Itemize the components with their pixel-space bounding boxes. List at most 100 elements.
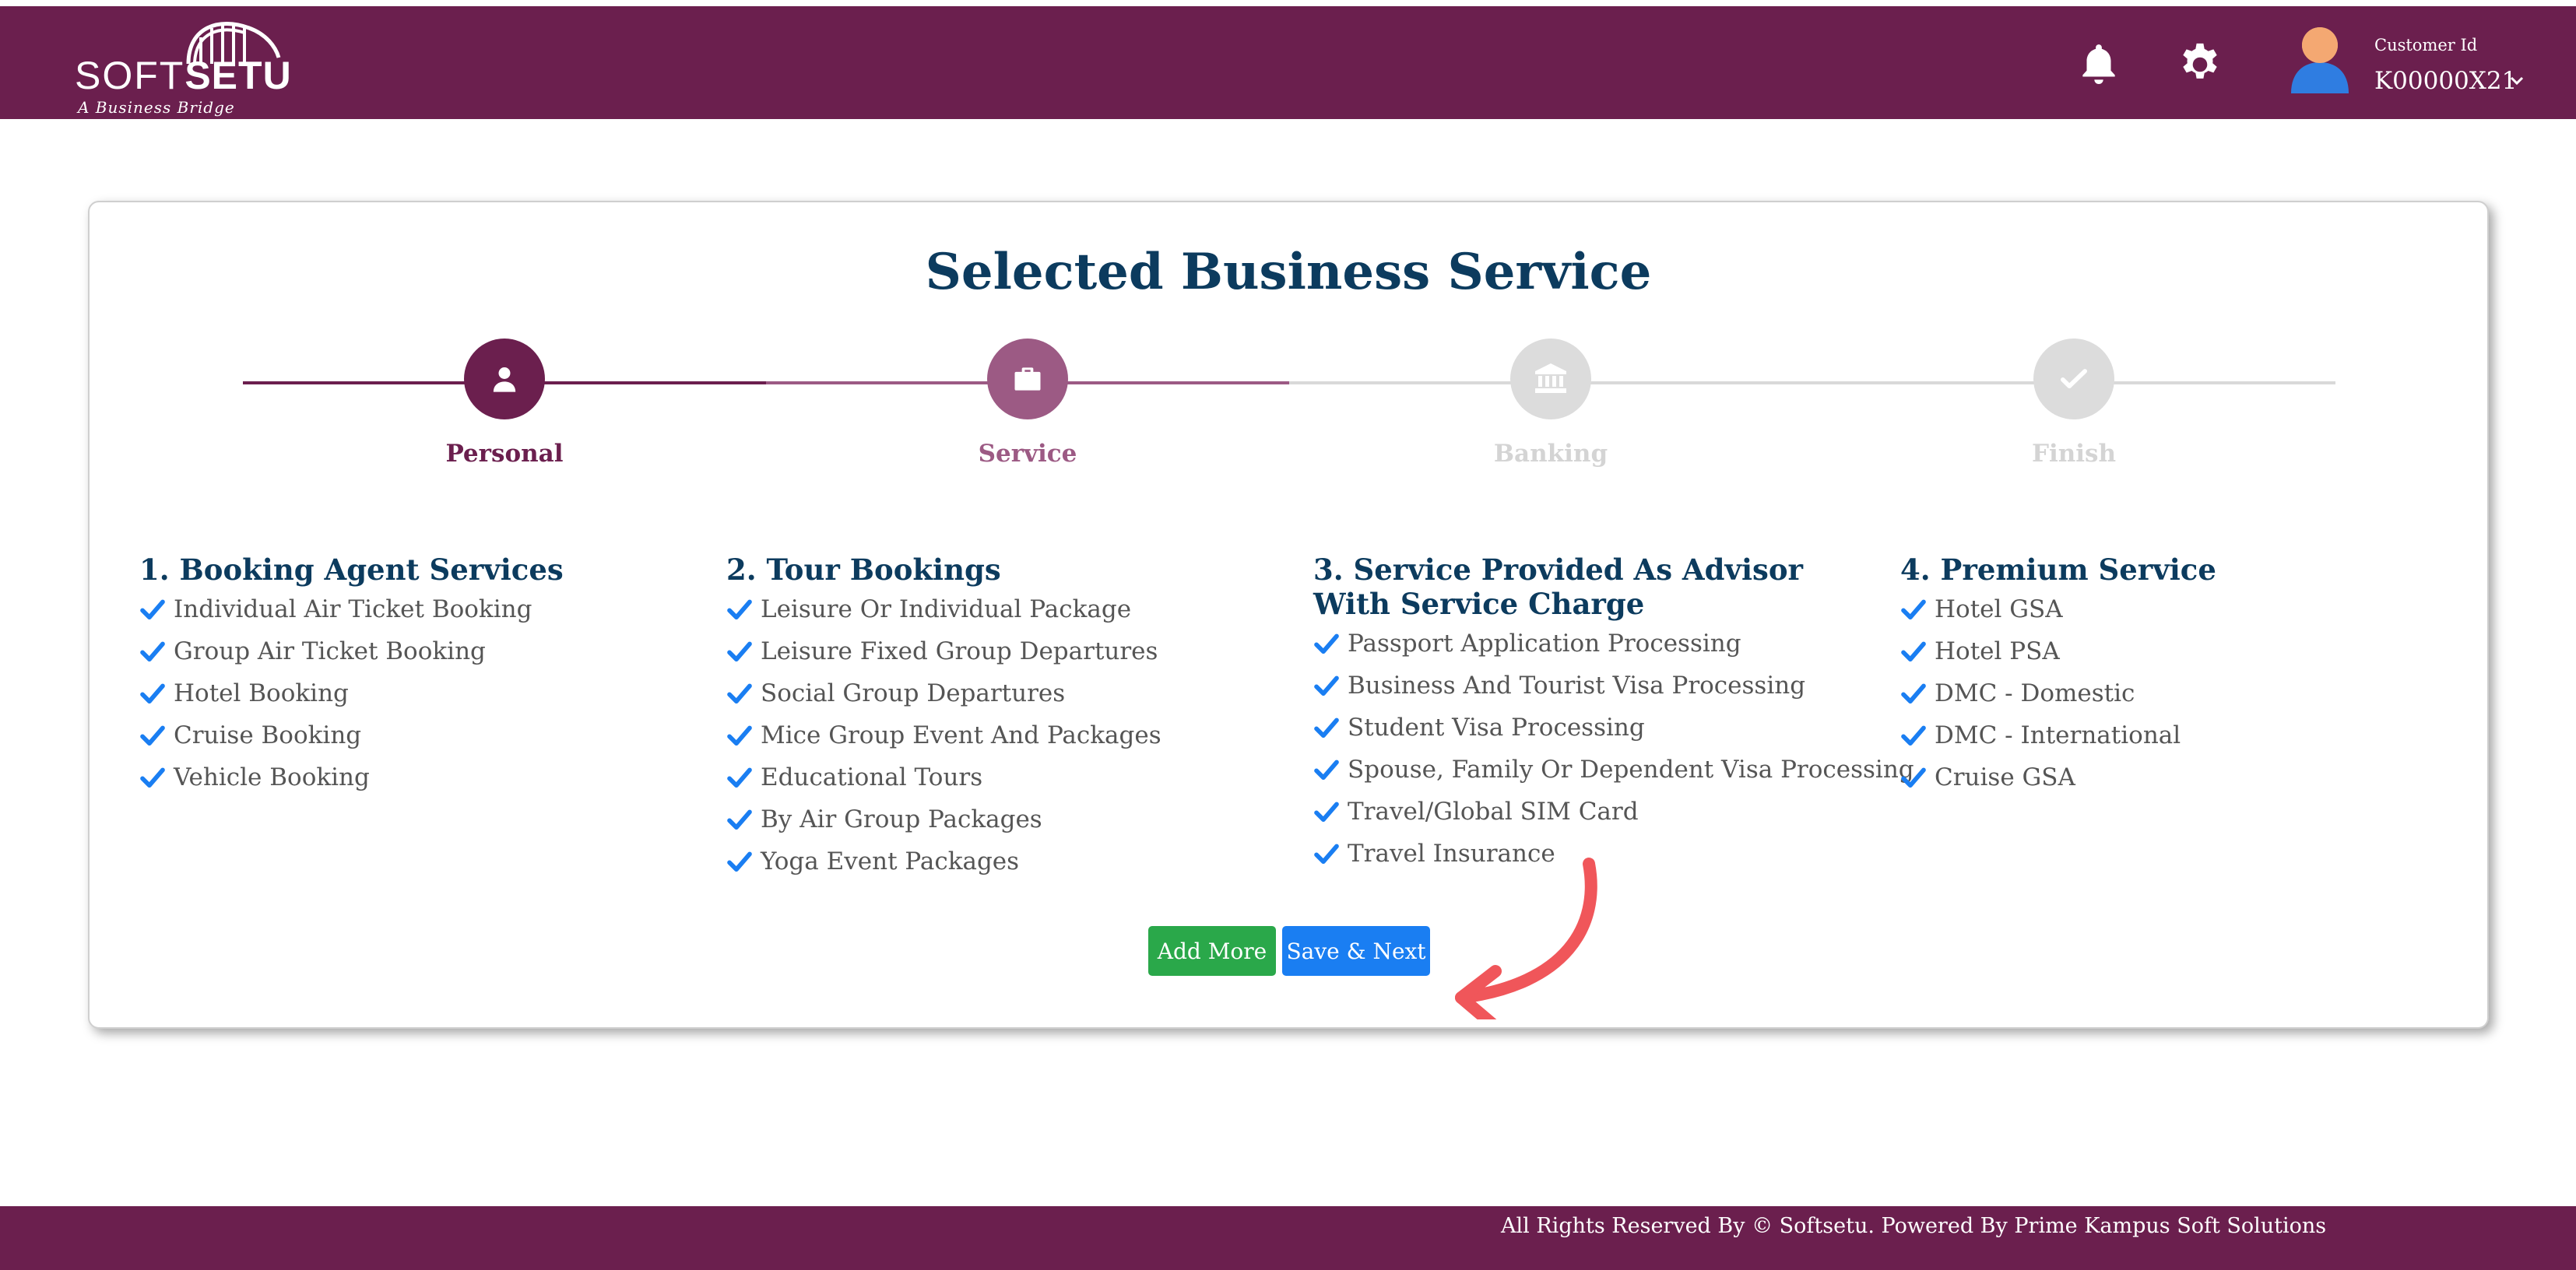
checkmark-icon — [1901, 641, 1926, 662]
service-group-title: 3. Service Provided As Advisor With Serv… — [1313, 553, 1804, 621]
checkmark-icon — [140, 599, 165, 620]
top-header: SOFTSETU A Business Bridge Customer Id K… — [0, 6, 2576, 119]
service-group-booking-agent: 1. Booking Agent Services Individual Air… — [139, 553, 700, 798]
checkmark-icon — [140, 725, 165, 746]
checkmark-icon — [140, 767, 165, 788]
checkmark-icon — [140, 641, 165, 662]
service-item-label: Travel/Global SIM Card — [1348, 798, 1639, 826]
checkmark-icon — [1314, 633, 1339, 654]
user-icon — [493, 367, 516, 392]
step-label-personal: Personal — [445, 440, 564, 468]
service-item-label: Vehicle Booking — [174, 763, 370, 791]
service-item: Business And Tourist Visa Processing — [1313, 665, 1874, 707]
step-label-finish: Finish — [2031, 440, 2117, 468]
service-item-label: Individual Air Ticket Booking — [174, 595, 532, 623]
service-item-label: Student Visa Processing — [1348, 714, 1645, 742]
service-item-label: Spouse, Family Or Dependent Visa Process… — [1348, 756, 1914, 784]
checkmark-icon — [1314, 802, 1339, 823]
service-list: Leisure Or Individual Package Leisure Fix… — [726, 588, 1287, 882]
service-item: Spouse, Family Or Dependent Visa Process… — [1313, 749, 1914, 791]
checkmark-icon — [1901, 767, 1926, 788]
checkmark-icon — [140, 683, 165, 704]
service-item-label: DMC - International — [1935, 721, 2181, 749]
service-item-label: Cruise Booking — [174, 721, 362, 749]
service-item: Hotel Booking — [139, 672, 700, 714]
service-item: Hotel PSA — [1900, 630, 2461, 672]
customer-id-dropdown[interactable]: K00000X21 — [2374, 67, 2517, 95]
add-more-button[interactable]: Add More — [1148, 926, 1276, 976]
service-item-label: Educational Tours — [761, 763, 983, 791]
bank-icon — [1535, 363, 1566, 393]
service-list: Hotel GSA Hotel PSA DMC - Domestic DMC - In… — [1900, 588, 2461, 798]
service-item: Cruise Booking — [139, 714, 700, 756]
service-item-label: Passport Application Processing — [1348, 630, 1741, 658]
service-item: DMC - International — [1900, 714, 2461, 756]
service-group-advisor: 3. Service Provided As Advisor With Serv… — [1313, 553, 1914, 875]
service-group-title: 2. Tour Bookings — [726, 553, 1001, 587]
service-item: Passport Application Processing — [1313, 623, 1874, 665]
checkmark-icon — [727, 725, 752, 746]
service-item: Individual Air Ticket Booking — [139, 588, 700, 630]
service-group-title: 1. Booking Agent Services — [139, 553, 564, 587]
service-item: Student Visa Processing — [1313, 707, 1874, 749]
checkmark-icon — [1901, 725, 1926, 746]
step-banking[interactable] — [1510, 339, 1591, 419]
service-item: Vehicle Booking — [139, 756, 700, 798]
logo-text: SOFTSETU — [75, 53, 292, 98]
service-item: Mice Group Event And Packages — [726, 714, 1287, 756]
step-personal[interactable] — [464, 339, 545, 419]
service-item-label: Yoga Event Packages — [761, 847, 1020, 875]
service-item: Social Group Departures — [726, 672, 1287, 714]
checkmark-icon — [1901, 599, 1926, 620]
softsetu-logo[interactable]: SOFTSETU A Business Bridge — [72, 11, 305, 120]
step-service[interactable] — [987, 339, 1068, 419]
step-finish[interactable] — [2033, 339, 2114, 419]
service-item-label: Social Group Departures — [761, 679, 1066, 707]
check-icon — [2061, 369, 2087, 388]
service-item: Educational Tours — [726, 756, 1287, 798]
checkmark-icon — [1314, 717, 1339, 738]
logo-setu: SETU — [185, 54, 292, 97]
gear-icon[interactable] — [2176, 40, 2224, 89]
service-item-label: Leisure Fixed Group Departures — [761, 637, 1158, 665]
bell-icon[interactable] — [2075, 40, 2123, 89]
service-item-label: By Air Group Packages — [761, 805, 1042, 833]
logo-soft: SOFT — [75, 54, 185, 97]
service-item-label: Hotel GSA — [1935, 595, 2063, 623]
checkmark-icon — [1314, 675, 1339, 696]
service-item: Leisure Or Individual Package — [726, 588, 1287, 630]
user-avatar-icon[interactable] — [2287, 25, 2353, 95]
step-label-service: Service — [978, 440, 1077, 468]
service-item: Travel/Global SIM Card — [1313, 791, 1874, 833]
service-item-label: Business And Tourist Visa Processing — [1348, 672, 1806, 700]
service-list: Individual Air Ticket Booking Group Air T… — [139, 588, 700, 798]
chevron-down-icon[interactable] — [2509, 75, 2525, 87]
page-footer: All Rights Reserved By © Softsetu. Power… — [0, 1206, 2576, 1270]
checkmark-icon — [727, 599, 752, 620]
progress-track-pending — [1289, 381, 2335, 384]
service-item-label: Leisure Or Individual Package — [761, 595, 1132, 623]
checkmark-icon — [727, 809, 752, 830]
save-next-button[interactable]: Save & Next — [1282, 926, 1430, 976]
logo-tagline: A Business Bridge — [78, 98, 235, 117]
checkmark-icon — [1314, 844, 1339, 865]
service-list: Passport Application Processing Business … — [1313, 623, 1914, 875]
checkmark-icon — [727, 641, 752, 662]
step-label-banking: Banking — [1493, 440, 1608, 468]
checkmark-icon — [727, 683, 752, 704]
service-item: Hotel GSA — [1900, 588, 2461, 630]
checkmark-icon — [1314, 760, 1339, 781]
footer-copyright: All Rights Reserved By © Softsetu. Power… — [1501, 1214, 2327, 1238]
service-item: Leisure Fixed Group Departures — [726, 630, 1287, 672]
service-item-label: Hotel Booking — [174, 679, 349, 707]
checkmark-icon — [1901, 683, 1926, 704]
service-group-title: 4. Premium Service — [1900, 553, 2216, 587]
service-item-label: Cruise GSA — [1935, 763, 2075, 791]
annotation-arrow-icon — [1455, 858, 1597, 1019]
service-group-premium: 4. Premium Service Hotel GSA Hotel PSA DMC… — [1900, 553, 2461, 798]
service-group-tour-bookings: 2. Tour Bookings Leisure Or Individual P… — [726, 553, 1287, 882]
page-title: Selected Business Service — [925, 243, 1652, 301]
service-item: By Air Group Packages — [726, 798, 1287, 840]
service-item: Group Air Ticket Booking — [139, 630, 700, 672]
customer-id-label: Customer Id — [2374, 36, 2478, 54]
